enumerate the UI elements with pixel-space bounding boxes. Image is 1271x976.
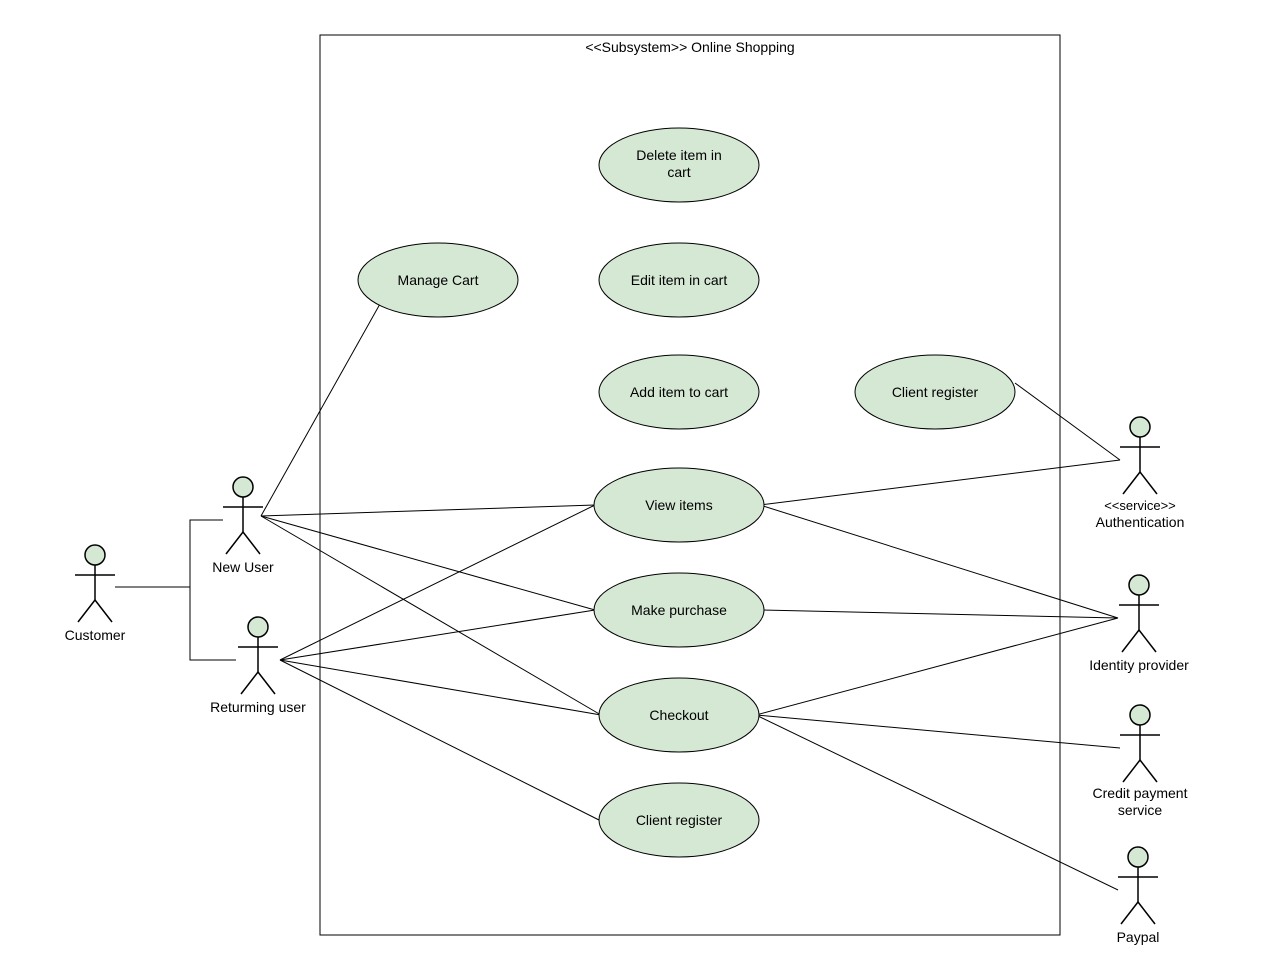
use-case-diagram: <<Subsystem>> Online Shopping Manage Car… (0, 0, 1271, 976)
assoc-newuser-checkout (261, 516, 601, 715)
usecase-make-purchase-label: Make purchase (631, 602, 727, 618)
usecase-view-items-label: View items (645, 497, 712, 513)
actor-credit-payment-label1: Credit payment (1093, 785, 1188, 801)
actor-credit-payment-label2: service (1118, 802, 1163, 818)
usecase-edit-item-label: Edit item in cart (631, 272, 728, 288)
actor-customer-label: Customer (65, 627, 126, 643)
actor-identity-provider: Identity provider (1089, 575, 1189, 673)
assoc-customer-newuser (115, 520, 223, 587)
actor-authentication-stereo: <<service>> (1104, 498, 1176, 513)
actor-paypal: Paypal (1117, 847, 1160, 945)
assoc-retuser-checkout (280, 660, 601, 715)
assoc-paypal-checkout (756, 715, 1118, 890)
usecase-delete-item-label1: Delete item in (636, 147, 722, 163)
assoc-retuser-viewitems (280, 505, 595, 660)
assoc-customer-returninguser (190, 587, 236, 660)
actor-new-user-label: New User (212, 559, 274, 575)
assoc-auth-viewitems (760, 460, 1120, 505)
usecase-client-register-top-label: Client register (892, 384, 979, 400)
actor-authentication: <<service>> Authentication (1096, 417, 1185, 530)
actor-returning-user-label: Returming user (210, 699, 306, 715)
assoc-retuser-clientregister (280, 660, 599, 820)
usecase-add-item-label: Add item to cart (630, 384, 728, 400)
assoc-retuser-makepurchase (280, 610, 595, 660)
usecase-manage-cart-label: Manage Cart (398, 272, 479, 288)
actor-new-user: New User (212, 477, 274, 575)
usecase-client-register-bottom-label: Client register (636, 812, 723, 828)
assoc-idp-viewitems (760, 505, 1118, 618)
assoc-newuser-managecart (261, 295, 385, 516)
usecase-checkout-label: Checkout (649, 707, 708, 723)
assoc-credit-checkout (756, 715, 1120, 748)
actor-paypal-label: Paypal (1117, 929, 1160, 945)
assoc-newuser-viewitems (261, 505, 595, 516)
actor-identity-provider-label: Identity provider (1089, 657, 1189, 673)
system-title: <<Subsystem>> Online Shopping (585, 39, 794, 55)
assoc-auth-clientregister (1015, 383, 1120, 460)
actor-authentication-label: Authentication (1096, 514, 1185, 530)
usecase-delete-item-label2: cart (667, 164, 690, 180)
actor-customer: Customer (65, 545, 126, 643)
assoc-idp-checkout (756, 618, 1118, 715)
actor-credit-payment: Credit payment service (1093, 705, 1188, 818)
assoc-idp-makepurchase (760, 610, 1118, 618)
